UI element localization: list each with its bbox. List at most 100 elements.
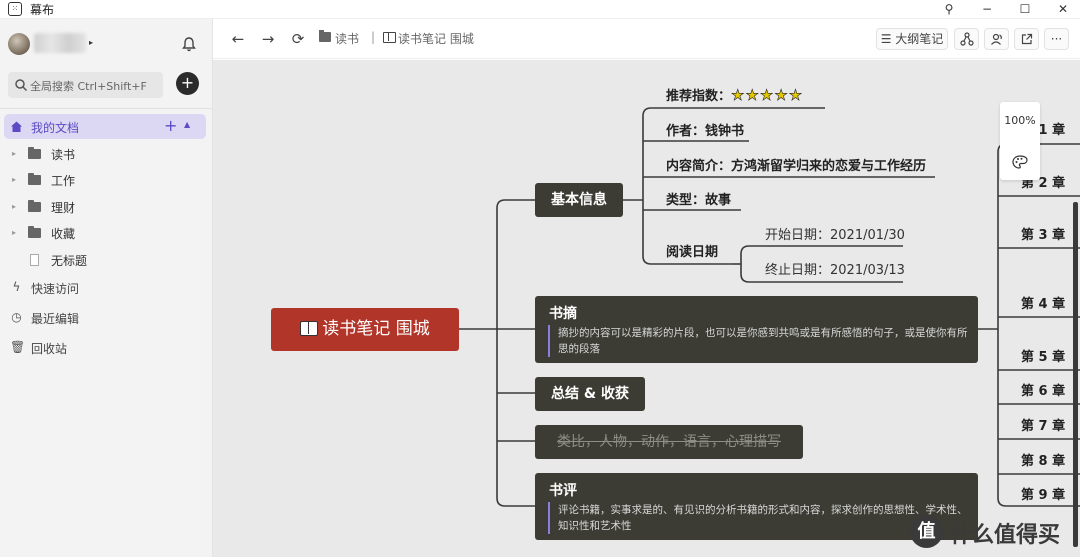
node-label: 总结 & 收获 (551, 386, 629, 402)
node-chapter[interactable]: 第 6 章 (1021, 380, 1065, 399)
zoom-level[interactable]: 100% (1000, 114, 1040, 127)
app-logo-icon: ⁙ (8, 2, 22, 16)
expand-caret-icon[interactable]: ▸ (12, 175, 16, 184)
folder-label: 收藏 (51, 227, 76, 241)
list-icon: ☰ (880, 32, 892, 46)
sidebar-divider (0, 108, 212, 109)
nav-label: 最近编辑 (31, 312, 80, 326)
close-button[interactable]: ✕ (1046, 0, 1080, 19)
sidebar-folder-work[interactable]: ▸ 工作 (0, 169, 212, 193)
breadcrumb-document[interactable]: 读书笔记 围城 (398, 30, 474, 47)
zoom-panel: 100% (1000, 102, 1040, 180)
pin-icon[interactable]: ⚲ (932, 0, 966, 19)
root-node-label: 读书笔记 围城 (322, 319, 430, 339)
add-document-button[interactable]: + (176, 72, 199, 95)
search-input[interactable]: 全局搜索 Ctrl+Shift+F (8, 72, 163, 98)
toolbar: ← → ⟳ 读书 | 读书笔记 围城 ☰ 大纲笔记 ··· (213, 19, 1080, 59)
folder-label: 工作 (51, 174, 76, 188)
minimize-button[interactable]: − (970, 0, 1004, 19)
node-end-date[interactable]: 终止日期：2021/03/13 (765, 259, 905, 278)
breadcrumb-folder[interactable]: 读书 (335, 30, 359, 47)
share-network-icon (959, 32, 974, 46)
expand-caret-icon[interactable]: ▸ (12, 228, 16, 237)
watermark-text: 什么值得买 (950, 523, 1061, 548)
nav-label: 快速访问 (31, 282, 80, 296)
folder-label: 读书 (51, 148, 76, 162)
node-rating[interactable]: 推荐指数：★★★★★ (666, 85, 804, 105)
sidebar-item-trash[interactable]: 🗑 回收站 (0, 337, 212, 361)
node-label: 类比，人物，动作，语言，心理描写 (557, 434, 781, 450)
folder-icon (319, 30, 331, 42)
add-folder-button[interactable]: + (164, 116, 177, 135)
node-chapter[interactable]: 第 8 章 (1021, 450, 1065, 469)
watermark-icon: 值 (910, 515, 943, 548)
node-basic-info[interactable]: 基本信息 (535, 183, 623, 217)
node-read-date[interactable]: 阅读日期 (666, 241, 718, 260)
outline-notes-button[interactable]: ☰ 大纲笔记 (876, 28, 948, 50)
lightning-icon: ϟ (12, 280, 21, 294)
star-rating-icon: ★★★★★ (731, 86, 804, 105)
sidebar-item-quick-access[interactable]: ϟ 快速访问 (0, 277, 212, 301)
vertical-scrollbar[interactable] (1073, 202, 1078, 547)
folder-icon (28, 173, 41, 185)
search-placeholder: 全局搜索 Ctrl+Shift+F (30, 80, 147, 93)
node-excerpts[interactable]: 书摘 摘抄的内容可以是精彩的片段，也可以是你感到共鸣或是有所感悟的句子，或是使你… (535, 296, 978, 363)
rating-label: 推荐指数： (666, 89, 732, 104)
export-button[interactable] (1014, 28, 1039, 50)
app-title: 幕布 (30, 3, 55, 17)
collapse-caret-icon[interactable]: ▲ (184, 120, 190, 129)
sidebar-folder-favorites[interactable]: ▸ 收藏 (0, 222, 212, 246)
sidebar-folder-reading[interactable]: ▸ 读书 (0, 143, 212, 167)
node-chapter[interactable]: 第 7 章 (1021, 415, 1065, 434)
node-note: 摘抄的内容可以是精彩的片段，也可以是你感到共鸣或是有所感悟的句子，或是使你有所思… (548, 325, 968, 357)
node-start-date[interactable]: 开始日期：2021/01/30 (765, 224, 905, 243)
expand-caret-icon[interactable]: ▸ (12, 202, 16, 211)
node-chapter[interactable]: 第 3 章 (1021, 224, 1065, 243)
node-summary[interactable]: 内容简介：方鸿渐留学归来的恋爱与工作经历 (666, 155, 926, 174)
maximize-button[interactable]: ☐ (1008, 0, 1042, 19)
folder-icon (28, 200, 41, 212)
mindmap-canvas[interactable]: 读书笔记 围城 基本信息 推荐指数：★★★★★ 作者：钱钟书 内容简介：方鸿渐留… (213, 60, 1080, 557)
more-button[interactable]: ··· (1044, 28, 1069, 50)
expand-caret-icon[interactable]: ▸ (12, 149, 16, 158)
node-label: 基本信息 (551, 192, 607, 208)
share-network-button[interactable] (954, 28, 979, 50)
node-author[interactable]: 作者：钱钟书 (666, 120, 744, 139)
forward-icon[interactable]: → (259, 30, 277, 48)
back-icon[interactable]: ← (229, 30, 247, 48)
user-menu-caret-icon[interactable]: ▸ (89, 38, 93, 47)
external-link-icon (1021, 33, 1032, 45)
book-icon (300, 321, 319, 336)
bell-icon[interactable] (180, 35, 198, 53)
node-chapter[interactable]: 第 5 章 (1021, 346, 1065, 365)
nav-label: 回收站 (31, 342, 68, 356)
avatar[interactable] (8, 33, 30, 55)
refresh-icon[interactable]: ⟳ (289, 30, 307, 48)
title-bar: ⁙ 幕布 ⚲ − ☐ ✕ (0, 0, 1080, 19)
node-summary-gains[interactable]: 总结 & 收获 (535, 377, 645, 411)
node-genre[interactable]: 类型：故事 (666, 189, 731, 208)
node-chapter[interactable]: 第 4 章 (1021, 293, 1065, 312)
root-node[interactable]: 读书笔记 围城 (271, 308, 459, 351)
users-icon (990, 33, 1002, 45)
node-struck-techniques[interactable]: 类比，人物，动作，语言，心理描写 (535, 425, 803, 459)
watermark-logo: 值 什么值得买 (910, 512, 1080, 552)
folder-icon (28, 147, 41, 159)
outline-notes-label: 大纲笔记 (895, 32, 944, 46)
palette-icon[interactable] (1012, 155, 1028, 169)
collaborate-button[interactable] (984, 28, 1009, 50)
sidebar-item-recent[interactable]: ◷ 最近编辑 (0, 307, 212, 331)
sidebar: ▸ 全局搜索 Ctrl+Shift+F + 我的文档 + ▲ ▸ 读书 ▸ 工作… (0, 19, 213, 557)
home-icon (11, 121, 22, 132)
username-blurred[interactable] (34, 33, 86, 53)
breadcrumb-separator: | (371, 30, 376, 44)
folder-label: 理财 (51, 201, 76, 215)
sidebar-folder-finance[interactable]: ▸ 理财 (0, 196, 212, 220)
sidebar-doc-untitled[interactable]: 无标题 (0, 249, 212, 273)
node-chapter[interactable]: 第 9 章 (1021, 484, 1065, 503)
trash-icon: 🗑 (10, 340, 26, 354)
folder-icon (28, 226, 41, 238)
sidebar-item-my-docs[interactable]: 我的文档 + ▲ (4, 114, 206, 139)
document-icon (30, 254, 39, 266)
node-label: 书摘 (549, 306, 577, 322)
